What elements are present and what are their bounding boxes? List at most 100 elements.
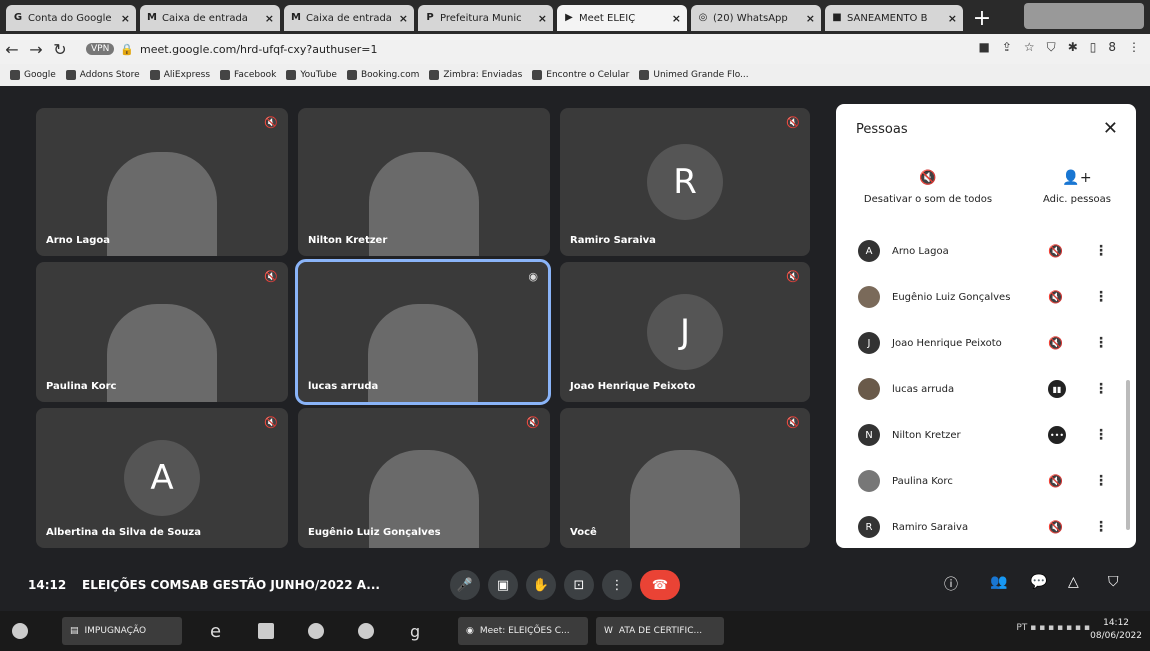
list-item[interactable]: R Ramiro Saraiva 🔇 ⋮ bbox=[836, 504, 1136, 550]
more-options-icon[interactable]: ⋮ bbox=[1094, 473, 1108, 489]
tab-label: Prefeitura Munic bbox=[440, 12, 522, 24]
mic-off-icon: 🔇 bbox=[919, 170, 937, 186]
bookmark-unimed[interactable]: Unimed Grande Flo... bbox=[639, 70, 749, 80]
tab-saneamento[interactable]: ■ SANEAMENTO B × bbox=[825, 5, 963, 31]
taskbar-item-word[interactable]: W ATA DE CERTIFIC... bbox=[596, 617, 724, 645]
people-icon[interactable]: 👥 bbox=[990, 574, 1007, 590]
tab-label: Conta do Google bbox=[28, 12, 112, 24]
system-tray[interactable]: PT ▪ ▪ ▪ ▪ ▪ ▪ ▪ bbox=[1016, 623, 1090, 633]
lock-icon: 🔒 bbox=[120, 42, 135, 56]
close-icon[interactable]: × bbox=[948, 12, 957, 25]
list-item[interactable]: N Nilton Kretzer ••• ⋮ bbox=[836, 412, 1136, 458]
list-item[interactable]: J Joao Henrique Peixoto 🔇 ⋮ bbox=[836, 320, 1136, 366]
more-options-icon[interactable]: ⋮ bbox=[1094, 519, 1108, 535]
panel-scrollbar[interactable] bbox=[1126, 380, 1130, 530]
window-controls[interactable] bbox=[1024, 3, 1144, 29]
participant-tile-self[interactable]: 🔇 Você bbox=[560, 408, 810, 548]
participant-tile[interactable]: Nilton Kretzer bbox=[298, 108, 550, 256]
bookmark-youtube[interactable]: YouTube bbox=[286, 70, 337, 80]
forward-icon[interactable]: → bbox=[24, 40, 48, 59]
taskbar-item-impugnacao[interactable]: ▤ IMPUGNAÇÃO bbox=[62, 617, 182, 645]
close-icon[interactable]: × bbox=[265, 12, 274, 25]
participant-tile[interactable]: J 🔇 Joao Henrique Peixoto bbox=[560, 262, 810, 402]
url-field[interactable]: VPN 🔒 meet.google.com/hrd-ufqf-cxy?authu… bbox=[86, 38, 786, 60]
more-options-icon[interactable]: ⋮ bbox=[1094, 289, 1108, 305]
avatar bbox=[858, 378, 880, 400]
bookmark-aliexpress[interactable]: AliExpress bbox=[149, 70, 210, 80]
microphone-button[interactable]: 🎤 bbox=[450, 570, 480, 600]
bookmark-facebook[interactable]: Facebook bbox=[220, 70, 276, 80]
raise-hand-button[interactable]: ✋ bbox=[526, 570, 556, 600]
star-icon[interactable]: ☆ bbox=[1024, 40, 1035, 55]
participant-name: Nilton Kretzer bbox=[308, 235, 388, 246]
participant-name: Eugênio Luiz Gonçalves bbox=[308, 527, 441, 538]
mic-off-icon: 🔇 bbox=[526, 416, 540, 429]
activities-icon[interactable]: △ bbox=[1068, 574, 1079, 590]
more-options-icon[interactable]: ⋮ bbox=[1094, 243, 1108, 259]
person-name: lucas arruda bbox=[892, 383, 955, 395]
chat-icon[interactable]: 💬 bbox=[1030, 574, 1047, 590]
more-options-icon[interactable]: ⋮ bbox=[1094, 335, 1108, 351]
app-icon[interactable]: g bbox=[410, 617, 420, 645]
participant-tile[interactable]: 🔇 Eugênio Luiz Gonçalves bbox=[298, 408, 550, 548]
reload-icon[interactable]: ↻ bbox=[48, 40, 72, 59]
add-people-button[interactable]: 👤+ Adic. pessoas bbox=[1032, 170, 1122, 205]
app-icon[interactable] bbox=[358, 617, 380, 645]
share-icon[interactable]: ⇪ bbox=[1002, 40, 1012, 55]
profile-icon[interactable]: 8 bbox=[1108, 40, 1116, 55]
tab-whatsapp[interactable]: ◎ (20) WhatsApp × bbox=[691, 5, 821, 31]
list-item[interactable]: lucas arruda ▮▮ ⋮ bbox=[836, 366, 1136, 412]
start-button[interactable] bbox=[12, 617, 34, 645]
participant-tile[interactable]: 🔇 Arno Lagoa bbox=[36, 108, 288, 256]
bookmark-addons[interactable]: Addons Store bbox=[65, 70, 140, 80]
participant-tile[interactable]: A 🔇 Albertina da Silva de Souza bbox=[36, 408, 288, 548]
people-list: A Arno Lagoa 🔇 ⋮ Eugênio Luiz Gonçalves … bbox=[836, 228, 1136, 550]
tab-meet[interactable]: ▶ Meet ELEIÇ × bbox=[557, 5, 687, 31]
vpn-badge[interactable]: VPN bbox=[86, 43, 115, 55]
close-icon[interactable]: × bbox=[121, 12, 130, 25]
list-item[interactable]: A Arno Lagoa 🔇 ⋮ bbox=[836, 228, 1136, 274]
new-tab-button[interactable]: + bbox=[968, 5, 996, 31]
tab-gmail-2[interactable]: M Caixa de entrada × bbox=[284, 5, 414, 31]
back-icon[interactable]: ← bbox=[0, 40, 24, 59]
close-icon[interactable]: × bbox=[399, 12, 408, 25]
mute-all-button[interactable]: 🔇 Desativar o som de todos bbox=[858, 170, 998, 205]
bookmark-booking[interactable]: Booking.com bbox=[346, 70, 419, 80]
list-item[interactable]: Paulina Korc 🔇 ⋮ bbox=[836, 458, 1136, 504]
shield-icon[interactable]: ⛉ bbox=[1047, 40, 1056, 55]
close-icon[interactable]: × bbox=[672, 12, 681, 25]
end-call-button[interactable]: ☎ bbox=[640, 570, 680, 600]
edge-icon[interactable]: e bbox=[210, 617, 221, 645]
close-icon[interactable]: × bbox=[806, 12, 815, 25]
participant-tile[interactable]: R 🔇 Ramiro Saraiva bbox=[560, 108, 810, 256]
more-options-icon[interactable]: ⋮ bbox=[1094, 427, 1108, 443]
camera-button[interactable]: ▣ bbox=[488, 570, 518, 600]
bookmark-icon bbox=[346, 70, 357, 80]
taskbar-item-meet[interactable]: ◉ Meet: ELEIÇÕES C... bbox=[458, 617, 588, 645]
taskbar-clock[interactable]: 14:12 08/06/2022 bbox=[1090, 617, 1142, 643]
sidebar-icon[interactable]: ▯ bbox=[1090, 40, 1097, 55]
video-feed bbox=[107, 304, 217, 402]
menu-icon[interactable]: ⋮ bbox=[1128, 40, 1140, 55]
info-icon[interactable]: ⓘ bbox=[944, 574, 958, 594]
list-item[interactable]: Eugênio Luiz Gonçalves 🔇 ⋮ bbox=[836, 274, 1136, 320]
close-icon[interactable]: ✕ bbox=[1103, 118, 1118, 139]
puzzle-icon[interactable]: ✱ bbox=[1068, 40, 1078, 55]
participant-tile-speaking[interactable]: ◉ lucas arruda bbox=[295, 259, 551, 405]
bookmark-google[interactable]: Google bbox=[10, 70, 56, 80]
bookmark-encontre[interactable]: Encontre o Celular bbox=[532, 70, 629, 80]
tab-gmail-1[interactable]: M Caixa de entrada × bbox=[140, 5, 280, 31]
app-icon[interactable] bbox=[308, 617, 330, 645]
close-icon[interactable]: × bbox=[538, 12, 547, 25]
tab-prefeitura[interactable]: P Prefeitura Munic × bbox=[418, 5, 553, 31]
more-options-button[interactable]: ⋮ bbox=[602, 570, 632, 600]
tab-conta-google[interactable]: G Conta do Google × bbox=[6, 5, 136, 31]
more-options-icon[interactable]: ⋮ bbox=[1094, 381, 1108, 397]
host-controls-icon[interactable]: ⛉ bbox=[1108, 574, 1119, 590]
present-button[interactable]: ⊡ bbox=[564, 570, 594, 600]
mic-off-icon: 🔇 bbox=[1048, 474, 1063, 488]
app-icon[interactable] bbox=[258, 617, 280, 645]
bookmark-zimbra[interactable]: Zimbra: Enviadas bbox=[429, 70, 522, 80]
participant-tile[interactable]: 🔇 Paulina Korc bbox=[36, 262, 288, 402]
camera-icon[interactable]: ■ bbox=[979, 40, 990, 55]
